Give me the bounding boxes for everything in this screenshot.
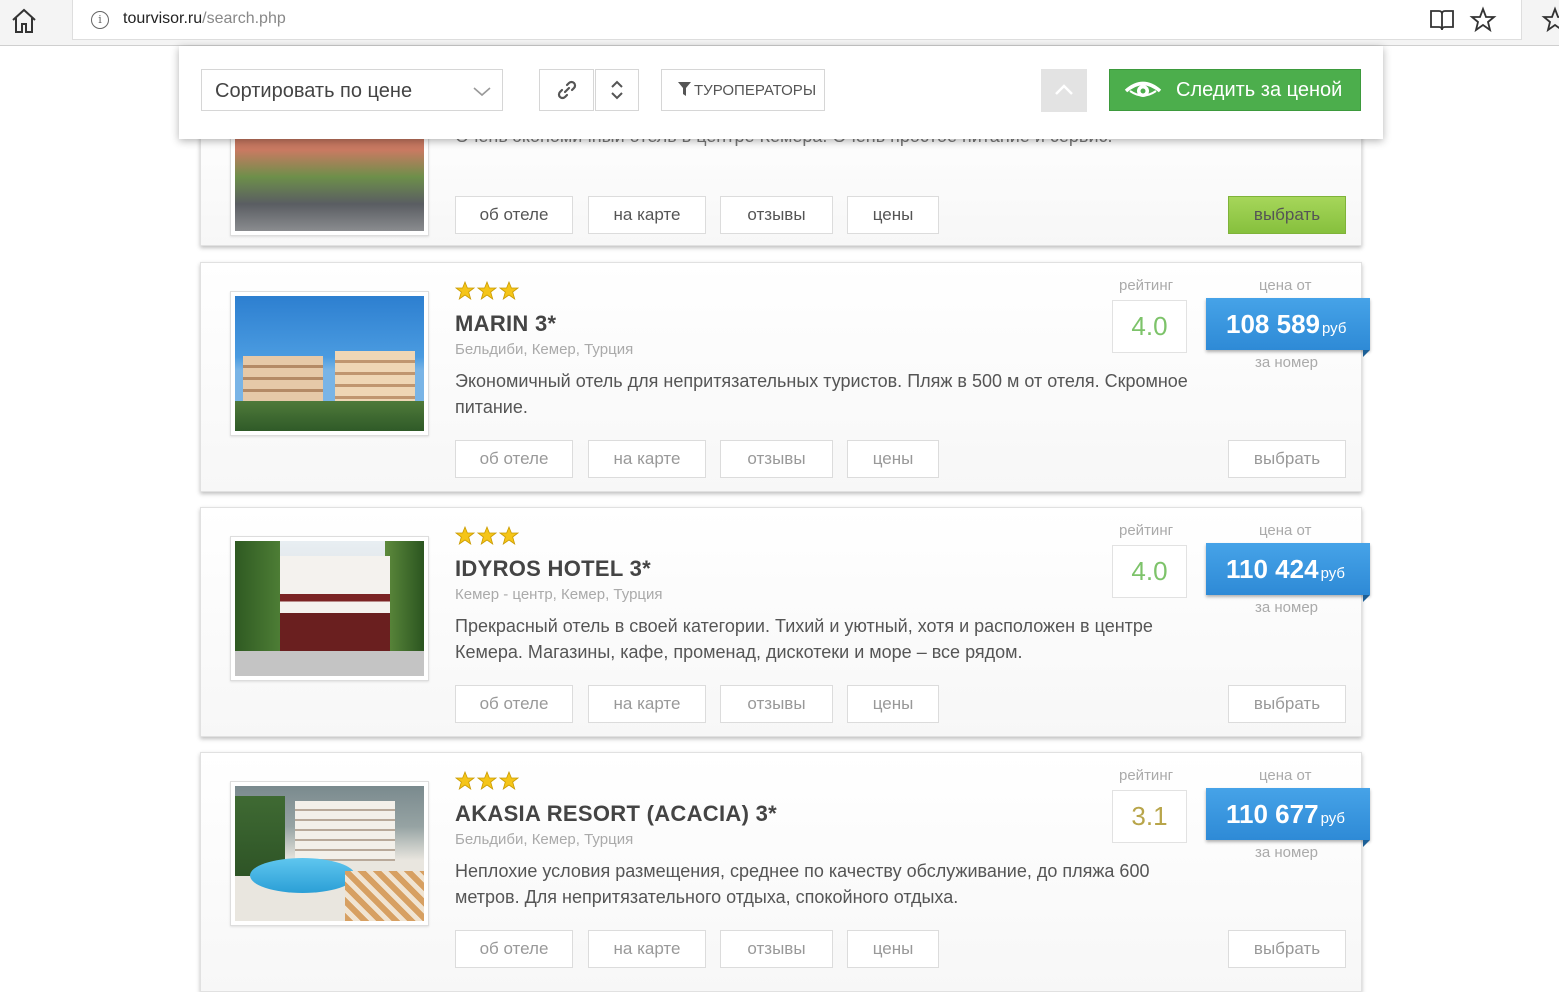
price-value: 108 589 — [1226, 309, 1320, 339]
watch-price-button[interactable]: Следить за ценой — [1109, 69, 1361, 111]
filter-icon — [678, 82, 691, 100]
currency-label: руб — [1321, 320, 1347, 337]
watch-price-label: Следить за ценой — [1176, 79, 1343, 101]
hotel-description: Неплохие условия размещения, среднее по … — [455, 861, 1150, 907]
reviews-button[interactable]: отзывы — [720, 196, 833, 234]
hotel-location: Бельдиби, Кемер, Турция — [455, 831, 634, 848]
choose-button[interactable]: выбрать — [1228, 196, 1346, 234]
price-value: 110 677 — [1226, 799, 1319, 829]
about-hotel-button[interactable]: об отеле — [455, 685, 573, 723]
choose-button[interactable]: выбрать — [1228, 685, 1346, 723]
star-rating-icon — [455, 526, 520, 545]
per-room-label: за номер — [1255, 354, 1319, 371]
tour-operators-button[interactable]: ТУРОПЕРАТОРЫ — [661, 69, 825, 111]
reviews-button[interactable]: отзывы — [720, 930, 833, 968]
choose-button[interactable]: выбрать — [1228, 930, 1346, 968]
sort-select[interactable]: Сортировать по цене — [201, 69, 503, 111]
address-bar[interactable]: i tourvisor.ru/search.php — [72, 0, 1522, 40]
prices-button[interactable]: цены — [847, 440, 939, 478]
hotel-name[interactable]: AKASIA RESORT (ACACIA) 3* — [455, 801, 777, 827]
price-value: 110 424 — [1226, 554, 1319, 584]
price-badge[interactable]: 110 677 руб — [1206, 788, 1370, 847]
rating-label: рейтинг — [1119, 767, 1174, 784]
rating-value: 4.0 — [1112, 300, 1187, 353]
price-from-label: цена от — [1259, 767, 1312, 784]
currency-label: руб — [1320, 810, 1345, 827]
star-rating-icon — [455, 771, 520, 790]
on-map-button[interactable]: на карте — [588, 440, 706, 478]
choose-button[interactable]: выбрать — [1228, 440, 1346, 478]
reading-view-icon[interactable] — [1429, 8, 1455, 32]
hotel-photo[interactable] — [230, 536, 429, 681]
price-from-label: цена от — [1259, 522, 1312, 539]
hotel-location: Бельдиби, Кемер, Турция — [455, 341, 634, 358]
prices-button[interactable]: цены — [847, 196, 939, 234]
about-hotel-button[interactable]: об отеле — [455, 930, 573, 968]
rating-label: рейтинг — [1119, 522, 1174, 539]
browser-toolbar: i tourvisor.ru/search.php — [0, 0, 1559, 46]
info-icon[interactable]: i — [91, 11, 109, 29]
price-badge[interactable]: 110 424 руб — [1206, 543, 1370, 602]
hotel-card: IDYROS HOTEL 3* Кемер - центр, Кемер, Ту… — [200, 507, 1370, 737]
home-icon[interactable] — [10, 8, 38, 34]
hotel-card: MARIN 3* Бельдиби, Кемер, Турция Экономи… — [200, 262, 1370, 492]
about-hotel-button[interactable]: об отеле — [455, 440, 573, 478]
hotel-name[interactable]: IDYROS HOTEL 3* — [455, 556, 651, 582]
per-room-label: за номер — [1255, 844, 1319, 861]
hotel-description: Экономичный отель для непритязательных т… — [455, 371, 1188, 417]
hotel-card: AKASIA RESORT (ACACIA) 3* Бельдиби, Кеме… — [200, 752, 1370, 992]
favorite-star-icon[interactable] — [1469, 6, 1497, 34]
url-host: tourvisor.ru — [123, 10, 203, 27]
hotel-location: Кемер - центр, Кемер, Турция — [455, 586, 663, 603]
tour-operators-label: ТУРОПЕРАТОРЫ — [694, 82, 817, 99]
rating-label: рейтинг — [1119, 277, 1174, 294]
expand-collapse-button[interactable] — [595, 69, 639, 111]
favorites-hub-icon[interactable] — [1541, 6, 1559, 34]
star-rating-icon — [455, 281, 520, 300]
prices-button[interactable]: цены — [847, 685, 939, 723]
hotel-description: Прекрасный отель в своей категории. Тихи… — [455, 616, 1153, 662]
on-map-button[interactable]: на карте — [588, 930, 706, 968]
reviews-button[interactable]: отзывы — [720, 685, 833, 723]
price-from-label: цена от — [1259, 277, 1312, 294]
on-map-button[interactable]: на карте — [588, 196, 706, 234]
copy-link-button[interactable] — [539, 69, 594, 111]
prices-button[interactable]: цены — [847, 930, 939, 968]
on-map-button[interactable]: на карте — [588, 685, 706, 723]
sort-select-label: Сортировать по цене — [215, 80, 413, 102]
hotel-photo[interactable] — [230, 291, 429, 436]
rating-value: 4.0 — [1112, 545, 1187, 598]
reviews-button[interactable]: отзывы — [720, 440, 833, 478]
scroll-top-button[interactable] — [1041, 69, 1087, 112]
url-path: /search.php — [202, 10, 286, 27]
per-room-label: за номер — [1255, 599, 1319, 616]
link-icon — [557, 80, 576, 100]
results-toolbar: Сортировать по цене ТУРОПЕРАТОРЫ Следить… — [179, 46, 1383, 139]
currency-label: руб — [1320, 565, 1345, 582]
rating-value: 3.1 — [1112, 790, 1187, 843]
updown-icon — [611, 80, 623, 100]
chevron-up-icon — [1055, 84, 1073, 95]
eye-icon — [1124, 80, 1162, 108]
url-text[interactable]: tourvisor.ru/search.php — [123, 10, 286, 28]
about-hotel-button[interactable]: об отеле — [455, 196, 573, 234]
chevron-down-icon — [472, 81, 492, 101]
hotel-photo[interactable] — [230, 781, 429, 926]
hotel-name[interactable]: MARIN 3* — [455, 311, 556, 337]
price-badge[interactable]: 108 589 руб — [1206, 298, 1370, 357]
